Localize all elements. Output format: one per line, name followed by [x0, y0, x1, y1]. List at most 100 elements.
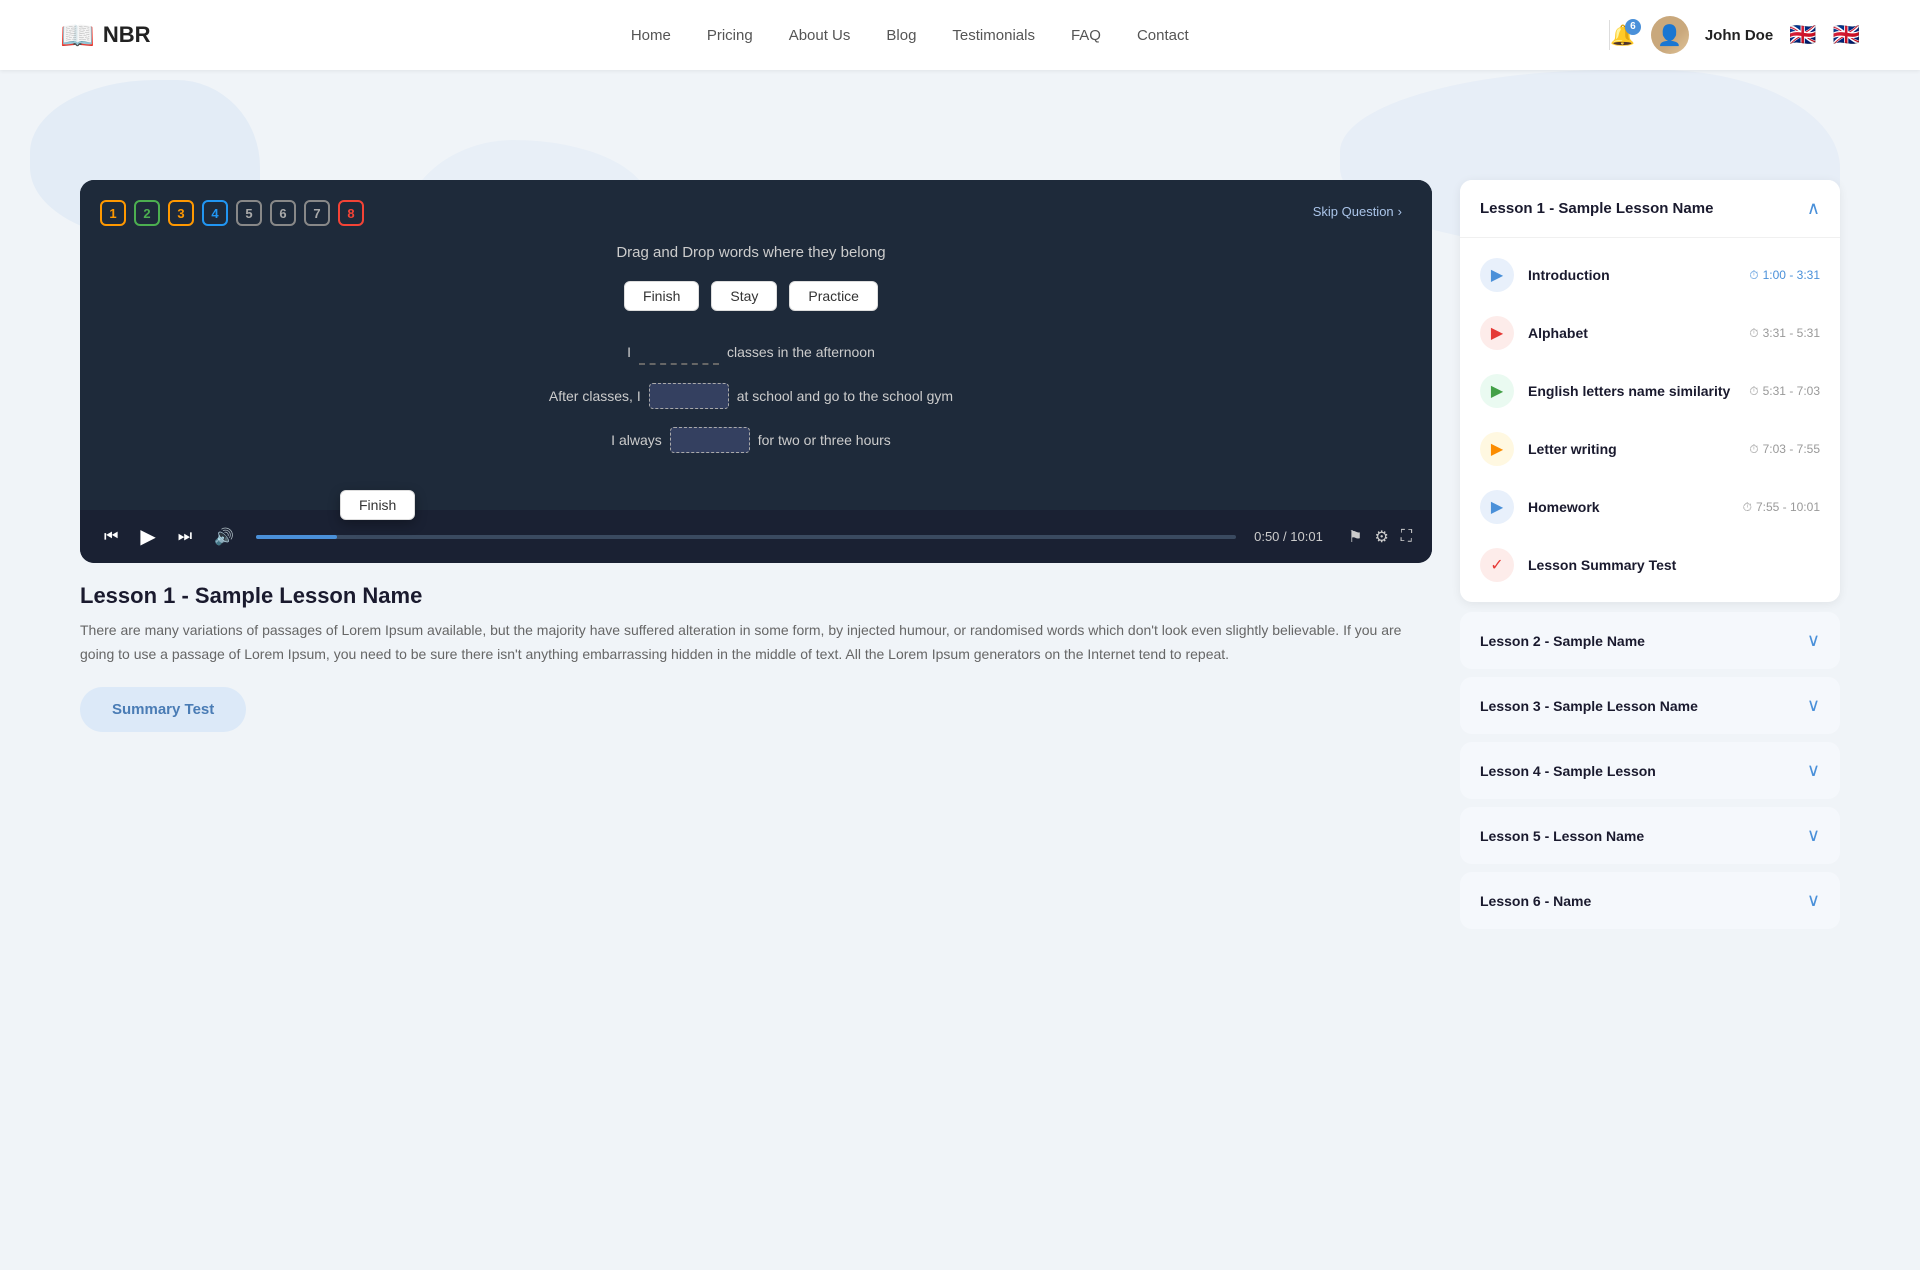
collapsed-header-4[interactable]: Lesson 4 - Sample Lesson ∨	[1460, 742, 1840, 799]
clock-icon-2: ⏱	[1749, 326, 1758, 341]
nav-testimonials[interactable]: Testimonials	[952, 27, 1035, 44]
lesson-title: Lesson 1 - Sample Lesson Name	[80, 583, 1432, 609]
drag-word-practice[interactable]: Practice	[789, 281, 878, 311]
quiz-title: Drag and Drop words where they belong	[100, 244, 1402, 261]
video-time: 0:50 / 10:01	[1254, 529, 1334, 544]
collapsed-header-5[interactable]: Lesson 5 - Lesson Name ∨	[1460, 807, 1840, 864]
lesson-items: ▶ Introduction ⏱ 1:00 - 3:31 ▶ Alphabet	[1460, 238, 1840, 602]
lesson-item-letter-writing[interactable]: ▶ Letter writing ⏱ 7:03 - 7:55	[1460, 420, 1840, 478]
collapse-icon: ∧	[1807, 198, 1820, 219]
item-time-introduction: ⏱ 1:00 - 3:31	[1749, 268, 1820, 283]
nav-blog[interactable]: Blog	[886, 27, 916, 44]
fast-forward-button[interactable]: ⏭	[174, 526, 196, 548]
user-name: John Doe	[1705, 27, 1773, 44]
chevron-down-5: ∨	[1807, 825, 1820, 846]
clock-icon: ⏱	[1749, 268, 1758, 283]
navbar: 📖 NBR Home Pricing About Us Blog Testimo…	[0, 0, 1920, 70]
lesson-item-alphabet[interactable]: ▶ Alphabet ⏱ 3:31 - 5:31	[1460, 304, 1840, 362]
item-icon-english-letters: ▶	[1480, 374, 1514, 408]
logo-text: NBR	[103, 22, 151, 48]
quiz-area: 1 2 3 4 5 6 7 8 Skip Question › Drag and…	[80, 180, 1432, 510]
item-name-introduction: Introduction	[1528, 267, 1735, 283]
collapsed-header-2[interactable]: Lesson 2 - Sample Name ∨	[1460, 612, 1840, 669]
q-num-4[interactable]: 4	[202, 200, 228, 226]
drop-zone-2[interactable]	[649, 383, 729, 409]
collapsed-title-5: Lesson 5 - Lesson Name	[1480, 828, 1644, 844]
question-numbers: 1 2 3 4 5 6 7 8 Skip Question ›	[100, 200, 1402, 226]
flag-uk[interactable]: 🇬🇧	[1833, 22, 1860, 48]
summary-test-button[interactable]: Summary Test	[80, 687, 246, 732]
collapsed-header-6[interactable]: Lesson 6 - Name ∨	[1460, 872, 1840, 929]
collapsed-panel-2: Lesson 2 - Sample Name ∨	[1460, 612, 1840, 669]
play-button[interactable]: ▶	[136, 522, 159, 551]
lesson-item-introduction[interactable]: ▶ Introduction ⏱ 1:00 - 3:31	[1460, 246, 1840, 304]
collapsed-header-3[interactable]: Lesson 3 - Sample Lesson Name ∨	[1460, 677, 1840, 734]
nav-links: Home Pricing About Us Blog Testimonials …	[211, 27, 1609, 44]
item-icon-letter-writing: ▶	[1480, 432, 1514, 466]
nav-home[interactable]: Home	[631, 27, 671, 44]
item-icon-alphabet: ▶	[1480, 316, 1514, 350]
notification-button[interactable]: 🔔 6	[1610, 23, 1635, 48]
lesson-item-english-letters[interactable]: ▶ English letters name similarity ⏱ 5:31…	[1460, 362, 1840, 420]
item-time-homework: ⏱ 7:55 - 10:01	[1743, 500, 1820, 515]
item-name-homework: Homework	[1528, 499, 1729, 515]
q-num-2[interactable]: 2	[134, 200, 160, 226]
collapsed-panel-3: Lesson 3 - Sample Lesson Name ∨	[1460, 677, 1840, 734]
sentence-3: I always for two or three hours	[100, 427, 1402, 453]
skip-question-button[interactable]: Skip Question ›	[1313, 204, 1402, 219]
item-icon-homework: ▶	[1480, 490, 1514, 524]
expanded-lesson-panel: Lesson 1 - Sample Lesson Name ∧ ▶ Introd…	[1460, 180, 1840, 602]
progress-bar[interactable]	[256, 535, 1236, 539]
q-num-3[interactable]: 3	[168, 200, 194, 226]
nav-right: 🔔 6 👤 John Doe 🇬🇧 🇬🇧	[1610, 16, 1860, 54]
item-name-english-letters: English letters name similarity	[1528, 383, 1735, 399]
collapsed-panel-4: Lesson 4 - Sample Lesson ∨	[1460, 742, 1840, 799]
q-num-6[interactable]: 6	[270, 200, 296, 226]
clock-icon-3: ⏱	[1749, 384, 1758, 399]
chevron-down-4: ∨	[1807, 760, 1820, 781]
vc-icons: ⚑ ⚙ ⛶	[1348, 527, 1412, 547]
q-num-1[interactable]: 1	[100, 200, 126, 226]
progress-fill	[256, 535, 337, 539]
q-num-5[interactable]: 5	[236, 200, 262, 226]
expanded-lesson-header[interactable]: Lesson 1 - Sample Lesson Name ∧	[1460, 180, 1840, 238]
item-name-summary-test: Lesson Summary Test	[1528, 557, 1820, 573]
nav-about[interactable]: About Us	[789, 27, 851, 44]
rewind-button[interactable]: ⏮	[100, 526, 122, 548]
nav-contact[interactable]: Contact	[1137, 27, 1189, 44]
volume-button[interactable]: 🔊	[210, 525, 238, 549]
main-content: 1 2 3 4 5 6 7 8 Skip Question › Drag and…	[0, 70, 1920, 977]
clock-icon-4: ⏱	[1749, 442, 1758, 457]
drag-word-finish[interactable]: Finish	[624, 281, 699, 311]
lesson-item-homework[interactable]: ▶ Homework ⏱ 7:55 - 10:01	[1460, 478, 1840, 536]
flag-en[interactable]: 🇬🇧	[1789, 22, 1816, 48]
dragging-word[interactable]: Finish	[340, 490, 415, 520]
sidebar: Lesson 1 - Sample Lesson Name ∧ ▶ Introd…	[1460, 180, 1840, 937]
item-name-alphabet: Alphabet	[1528, 325, 1735, 341]
sentence-2: After classes, I at school and go to the…	[100, 383, 1402, 409]
collapsed-title-4: Lesson 4 - Sample Lesson	[1480, 763, 1656, 779]
sentence-1: I classes in the afternoon	[100, 339, 1402, 365]
lesson-item-summary-test[interactable]: ✓ Lesson Summary Test	[1460, 536, 1840, 594]
drop-zone-1[interactable]	[639, 339, 719, 365]
video-container: 1 2 3 4 5 6 7 8 Skip Question › Drag and…	[80, 180, 1432, 563]
logo[interactable]: 📖 NBR	[60, 19, 151, 52]
item-time-english-letters: ⏱ 5:31 - 7:03	[1749, 384, 1820, 399]
logo-icon: 📖	[60, 19, 95, 52]
drag-word-stay[interactable]: Stay	[711, 281, 777, 311]
nav-pricing[interactable]: Pricing	[707, 27, 753, 44]
flag-button[interactable]: ⚑	[1348, 527, 1362, 547]
q-num-8[interactable]: 8	[338, 200, 364, 226]
lesson-description: There are many variations of passages of…	[80, 619, 1432, 667]
fullscreen-button[interactable]: ⛶	[1401, 528, 1412, 546]
collapsed-panel-6: Lesson 6 - Name ∨	[1460, 872, 1840, 929]
collapsed-panel-5: Lesson 5 - Lesson Name ∨	[1460, 807, 1840, 864]
video-controls: ⏮ ▶ ⏭ 🔊 0:50 / 10:01 ⚑ ⚙ ⛶	[80, 510, 1432, 563]
item-time-alphabet: ⏱ 3:31 - 5:31	[1749, 326, 1820, 341]
drop-zone-3[interactable]	[670, 427, 750, 453]
settings-button[interactable]: ⚙	[1374, 527, 1388, 547]
nav-faq[interactable]: FAQ	[1071, 27, 1101, 44]
q-num-7[interactable]: 7	[304, 200, 330, 226]
item-time-letter-writing: ⏱ 7:03 - 7:55	[1749, 442, 1820, 457]
item-name-letter-writing: Letter writing	[1528, 441, 1735, 457]
